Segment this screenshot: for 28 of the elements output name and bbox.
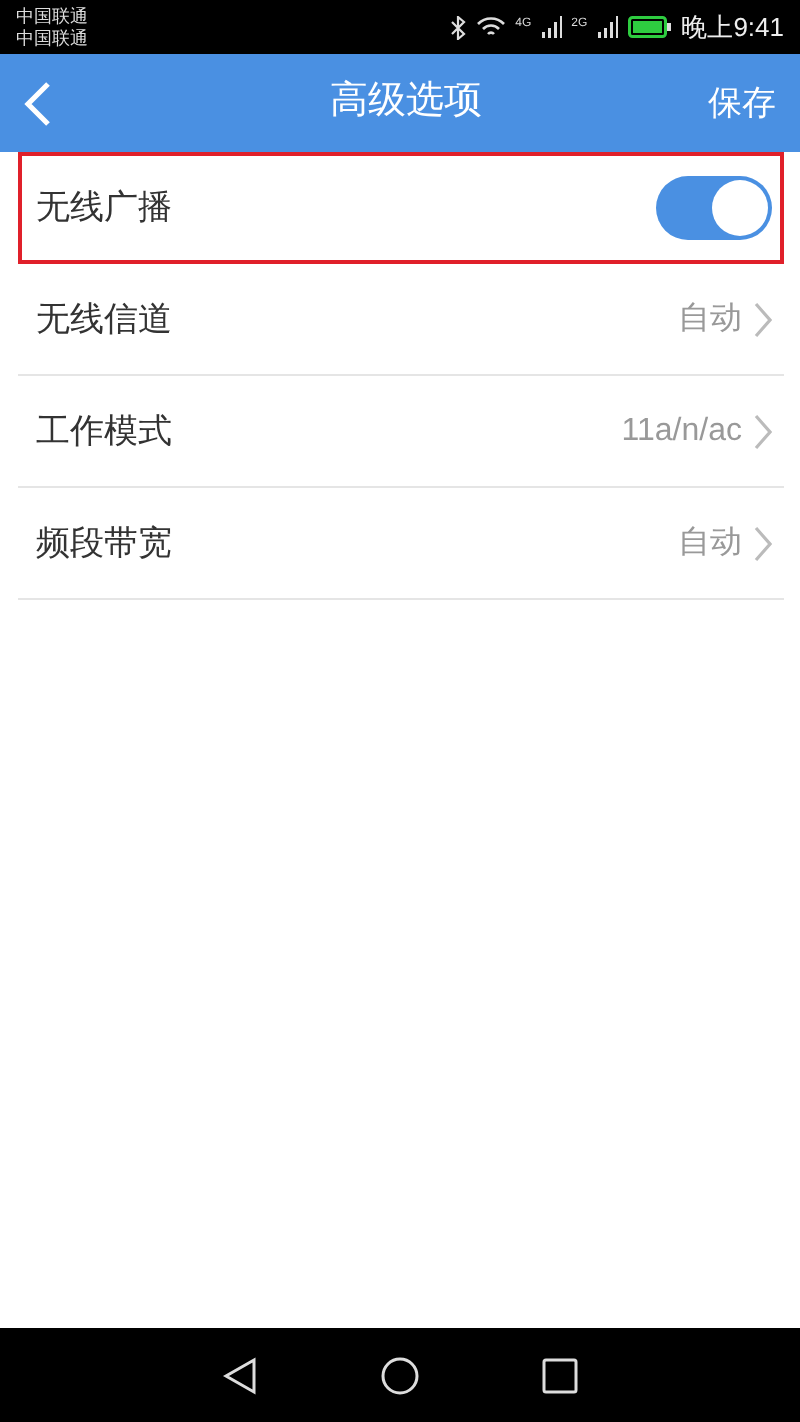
wifi-icon [475,16,506,38]
setting-row[interactable]: 频段带宽 自动 [18,488,784,600]
setting-label: 工作模式 [36,409,174,454]
back-nav-icon[interactable] [221,1355,258,1395]
carrier-name: 中国联通 [16,5,88,27]
chevron-icon [754,413,772,449]
battery-icon [627,16,672,38]
back-icon [24,79,52,127]
setting-value: 自动 [678,299,742,339]
page-title: 高级选项 [330,78,482,127]
setting-value: 11a/n/ac [621,411,742,451]
setting-row[interactable]: 工作模式 11a/n/ac [18,376,784,488]
status-time: 晚上9:41 [681,9,784,46]
highlighted-setting-row[interactable]: 无线广播 [18,152,784,264]
setting-row[interactable]: 无线信道 自动 [18,264,784,376]
recents-icon[interactable] [542,1357,579,1393]
carrier-name: 中国联通 [16,27,88,49]
chevron-icon [754,525,772,561]
setting-label: 频段带宽 [36,521,174,566]
setting-value: 自动 [678,523,742,563]
toggle-switch[interactable] [656,176,772,240]
chevron-icon [754,301,772,337]
signal-icon [541,16,562,38]
home-icon[interactable] [379,1355,420,1395]
signal-icon [597,16,618,38]
setting-label: 无线广播 [36,186,174,231]
bluetooth-icon [449,15,466,39]
setting-label: 无线信道 [36,297,174,342]
